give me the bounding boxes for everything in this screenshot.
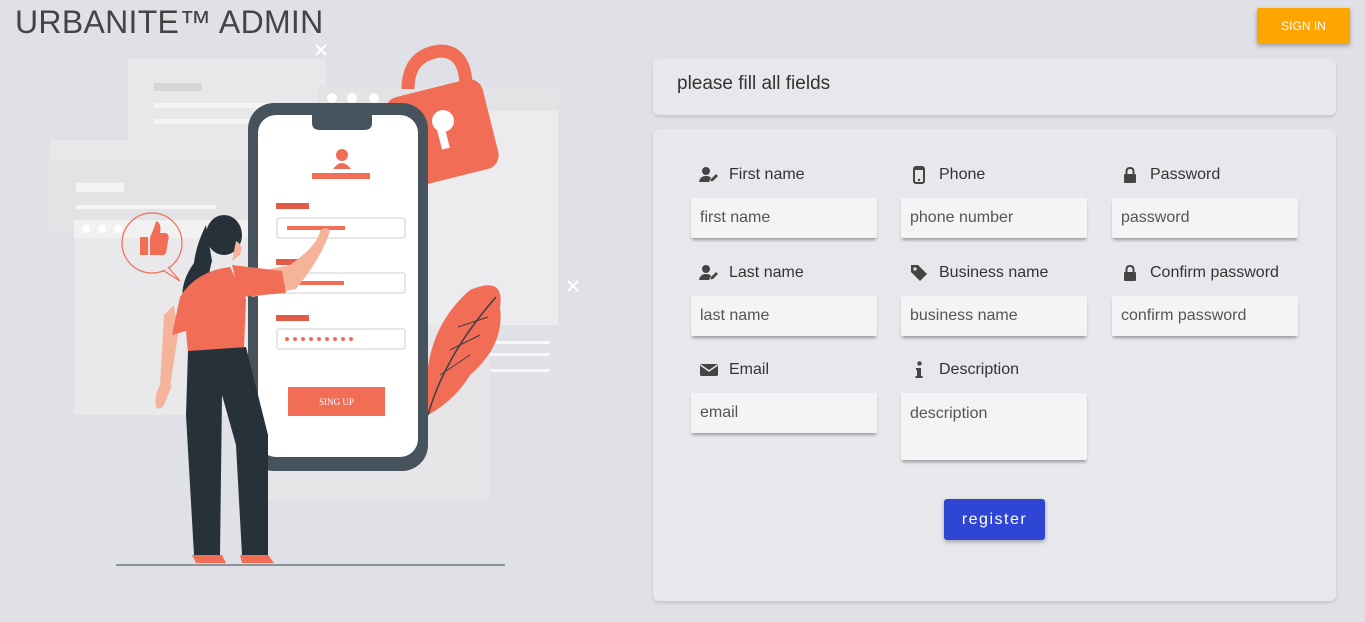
registration-form: First name Phone Password Last name xyxy=(653,129,1336,601)
info-icon xyxy=(909,361,929,379)
first-name-label-row: First name xyxy=(699,165,885,185)
first-name-label: First name xyxy=(729,166,805,183)
mobile-phone-icon xyxy=(909,166,929,184)
password-label: Password xyxy=(1150,166,1221,183)
lock-icon xyxy=(1120,264,1140,282)
phone-label: Phone xyxy=(939,166,986,183)
password-input[interactable] xyxy=(1112,198,1298,238)
phone-field: Phone xyxy=(901,165,1095,238)
sign-in-button[interactable]: SIGN IN xyxy=(1257,8,1350,44)
close-icon xyxy=(315,44,327,56)
confirm-password-field: Confirm password xyxy=(1112,263,1306,336)
last-name-label-row: Last name xyxy=(699,263,885,283)
last-name-label: Last name xyxy=(729,264,804,281)
description-label-row: Description xyxy=(909,360,1095,380)
password-label-row: Password xyxy=(1120,165,1306,185)
password-field: Password xyxy=(1112,165,1306,238)
signup-illustration: SING UP xyxy=(0,35,620,595)
first-name-field: First name xyxy=(691,165,885,238)
email-field: Email xyxy=(691,360,885,433)
last-name-field: Last name xyxy=(691,263,885,336)
description-input[interactable] xyxy=(901,393,1087,460)
email-label-row: Email xyxy=(699,360,885,380)
first-name-input[interactable] xyxy=(691,198,877,238)
confirm-password-input[interactable] xyxy=(1112,296,1298,336)
confirm-password-label: Confirm password xyxy=(1150,264,1279,281)
envelope-icon xyxy=(699,361,719,379)
business-name-label-row: Business name xyxy=(909,263,1095,283)
email-label: Email xyxy=(729,361,770,378)
user-edit-icon xyxy=(699,264,719,282)
description-label: Description xyxy=(939,361,1020,378)
register-button[interactable]: register xyxy=(944,499,1045,540)
illustration-graphic: SING UP xyxy=(50,44,579,566)
phone-input[interactable] xyxy=(901,198,1087,238)
user-edit-icon xyxy=(699,166,719,184)
business-name-label: Business name xyxy=(939,264,1049,281)
illustration-signup-text: SING UP xyxy=(319,397,354,407)
business-name-field: Business name xyxy=(901,263,1095,336)
lock-icon xyxy=(1120,166,1140,184)
email-input[interactable] xyxy=(691,393,877,433)
notice-card: please fill all fields xyxy=(653,59,1336,115)
notice-text: please fill all fields xyxy=(677,73,831,94)
phone-label-row: Phone xyxy=(909,165,1095,185)
business-name-input[interactable] xyxy=(901,296,1087,336)
description-field: Description xyxy=(901,360,1095,460)
tag-icon xyxy=(909,264,929,282)
last-name-input[interactable] xyxy=(691,296,877,336)
confirm-password-label-row: Confirm password xyxy=(1120,263,1306,283)
